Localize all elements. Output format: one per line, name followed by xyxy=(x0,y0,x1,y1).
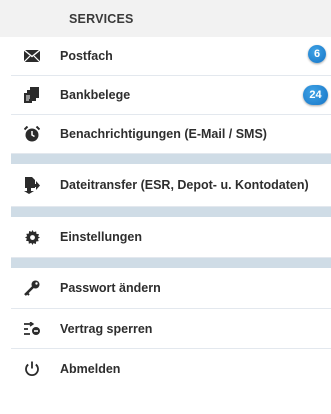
bankbelege-count-badge: 24 xyxy=(303,85,328,105)
menu-item-abmelden[interactable]: Abmelden xyxy=(11,349,331,389)
lock-contract-icon xyxy=(21,309,43,348)
services-title: SERVICES xyxy=(69,12,134,26)
menu-separator xyxy=(11,258,331,268)
menu-separator xyxy=(11,154,331,164)
postfach-count-badge: 6 xyxy=(308,45,326,63)
file-transfer-icon xyxy=(21,164,43,206)
postfach-label: Postfach xyxy=(60,49,113,63)
menu-item-passwort[interactable]: Passwort ändern xyxy=(11,268,331,309)
passwort-label: Passwort ändern xyxy=(60,281,161,295)
dateitransfer-label: Dateitransfer (ESR, Depot- u. Kontodaten… xyxy=(60,178,309,192)
bankbelege-label: Bankbelege xyxy=(60,88,131,102)
menu-item-vertrag[interactable]: Vertrag sperren xyxy=(11,309,331,349)
services-menu: Postfach 6 Bankbelege 24 Benachrichtigun… xyxy=(11,37,331,389)
menu-item-einstellungen[interactable]: Einstellungen xyxy=(11,217,331,258)
einstellungen-label: Einstellungen xyxy=(60,230,142,244)
menu-item-bankbelege[interactable]: Bankbelege 24 xyxy=(11,76,331,115)
vertrag-label: Vertrag sperren xyxy=(60,321,153,336)
documents-icon xyxy=(21,76,43,114)
key-icon xyxy=(21,268,43,308)
services-header: SERVICES xyxy=(0,0,331,37)
power-icon xyxy=(21,349,43,389)
menu-separator xyxy=(11,207,331,217)
benachrichtigungen-label: Benachrichtigungen (E-Mail / SMS) xyxy=(60,127,267,141)
menu-item-benachrichtigungen[interactable]: Benachrichtigungen (E-Mail / SMS) xyxy=(11,115,331,154)
menu-item-postfach[interactable]: Postfach 6 xyxy=(11,37,331,76)
alarm-clock-icon xyxy=(21,115,43,153)
abmelden-label: Abmelden xyxy=(60,362,121,376)
gear-icon xyxy=(21,217,43,257)
left-edge xyxy=(0,37,11,414)
envelope-icon xyxy=(21,37,43,75)
menu-item-dateitransfer[interactable]: Dateitransfer (ESR, Depot- u. Kontodaten… xyxy=(11,164,331,207)
